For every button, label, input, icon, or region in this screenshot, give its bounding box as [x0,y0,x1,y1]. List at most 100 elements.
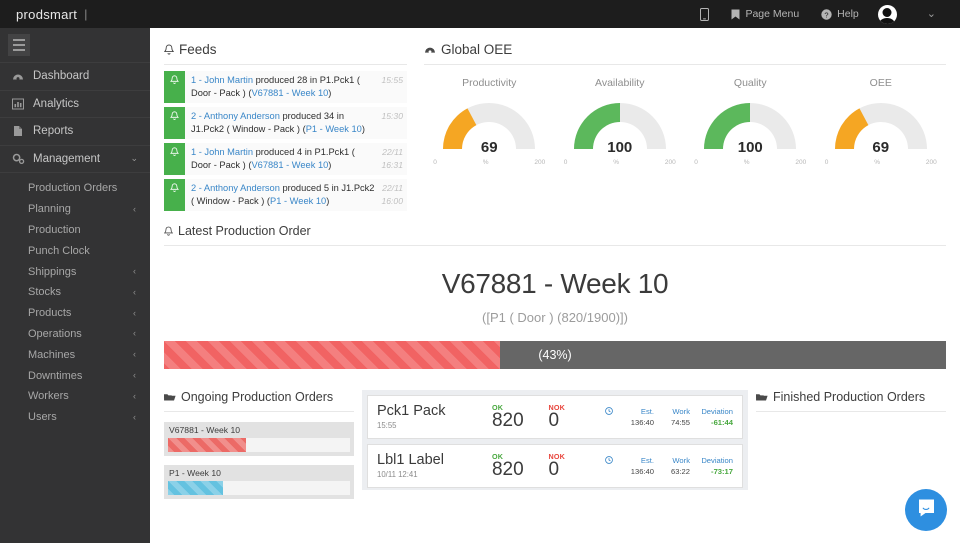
feed-item[interactable]: 2 - Anthony Anderson produced 5 in J1.Pc… [164,179,407,211]
latest-order-progress-bar: (43%) [164,341,946,369]
feed-item[interactable]: 1 - John Martin produced 4 in P1.Pck1 ( … [164,143,407,175]
sidebar-subitem-label: Production [28,223,81,236]
sidebar-item-analytics[interactable]: Analytics [0,91,150,118]
sidebar-item-punch-clock[interactable]: Punch Clock [0,240,150,261]
brand-logo[interactable]: prodsmart | [0,0,150,28]
brand-separator: | [84,7,88,21]
po-identity: Lbl1 Label 10/11 12:41 [377,452,492,479]
latest-order-header: Latest Production Order [164,224,946,246]
feed-user-link[interactable]: 2 - Anthony Anderson [191,183,280,193]
feed-user-link[interactable]: 1 - John Martin [191,147,253,157]
feed-user-link[interactable]: 2 - Anthony Anderson [191,111,280,121]
po-deviation-label: Deviation [701,455,733,465]
sidebar-item-label: Reports [33,125,74,138]
sidebar-item-machines[interactable]: Machines ‹ [0,344,150,365]
ongoing-progress-bar [168,438,350,452]
po-times-header: Est. Work Deviation [605,456,733,465]
ongoing-title: Ongoing Production Orders [181,390,334,404]
gauge: Quality 100 0% 200 [690,77,810,166]
sidebar-item-users[interactable]: Users ‹ [0,407,150,428]
ongoing-header: Ongoing Production Orders [164,390,354,412]
po-times: Est. Work Deviation 136:40 63:22 -73:17 [605,456,733,476]
po-ok-value: 820 [491,459,524,480]
production-order-card[interactable]: Pck1 Pack 15:55 OK 820 NOK 0 Est. Work Deviation… [367,395,743,439]
svg-text:?: ? [825,10,829,19]
feed-timestamp: 15:30 [381,111,403,121]
sidebar-item-production-orders[interactable]: Production Orders [0,178,150,199]
production-order-card[interactable]: Lbl1 Label 10/11 12:41 OK 820 NOK 0 Est. Work De… [367,444,743,488]
sidebar-item-dashboard[interactable]: Dashboard [0,63,150,91]
page-menu-label: Page Menu [745,8,800,20]
sidebar-item-production[interactable]: Production [0,220,150,241]
po-timestamp: 15:55 [377,421,397,430]
ongoing-order-item[interactable]: V67881 - Week 10 [164,422,354,456]
po-name: Lbl1 Label [377,452,444,468]
feed-order-link[interactable]: P1 - Week 10 [306,124,362,134]
gauge-tick-unit: % [482,159,489,166]
help-label: Help [837,8,859,20]
ongoing-order-item[interactable]: P1 - Week 10 [164,465,354,499]
sidebar-item-reports[interactable]: Reports [0,118,150,146]
feed-item[interactable]: 2 - Anthony Anderson produced 34 in J1.P… [164,107,407,139]
avatar[interactable] [877,4,897,24]
sidebar-toggle[interactable] [0,28,150,62]
sidebar-item-products[interactable]: Products ‹ [0,303,150,324]
top-bar: prodsmart | Page Menu ? Help ⌄ [0,0,960,28]
feed-timestamp: 22/11 16:00 [381,183,403,206]
sidebar-item-management[interactable]: Management ⌄ [0,146,150,173]
chat-launcher-button[interactable] [905,489,947,531]
feed-order-link[interactable]: P1 - Week 10 [270,196,326,206]
feeds-header: Feeds [164,42,407,65]
page-menu-button[interactable]: Page Menu [720,0,810,28]
top-bar-actions: Page Menu ? Help ⌄ [689,0,960,28]
feed-item[interactable]: 1 - John Martin produced 28 in P1.Pck1 (… [164,71,407,103]
feed-list: 1 - John Martin produced 28 in P1.Pck1 (… [164,71,407,211]
brand-name: prodsmart [16,6,78,22]
sidebar-item-operations[interactable]: Operations ‹ [0,324,150,345]
feed-order-link[interactable]: V67881 - Week 10 [251,88,328,98]
finished-production-orders-panel: Finished Production Orders [756,390,946,412]
sidebar-item-planning[interactable]: Planning ‹ [0,199,150,220]
latest-order-panel-title: Latest Production Order [178,224,311,238]
feed-text: 1 - John Martin produced 4 in P1.Pck1 ( … [191,146,377,172]
feed-close: ) [328,88,332,98]
bell-icon [164,143,185,175]
gauge-graphic: 100 [694,97,806,157]
chevron-left-icon: ‹ [133,203,136,214]
gauge-tick-min: 0 [433,159,437,166]
progress-fill [168,481,223,495]
sidebar-item-downtimes[interactable]: Downtimes ‹ [0,365,150,386]
sidebar-item-workers[interactable]: Workers ‹ [0,386,150,407]
sidebar-item-stocks[interactable]: Stocks ‹ [0,282,150,303]
ongoing-production-orders-panel: Ongoing Production Orders V67881 - Week … [164,390,354,508]
chevron-down-icon[interactable]: ⌄ [905,0,950,28]
gauge-graphic: 100 [564,97,676,157]
clock-icon [605,407,613,415]
gears-icon [12,153,27,165]
mobile-icon [700,7,710,21]
mobile-button[interactable] [689,0,720,28]
document-icon [12,125,27,137]
help-button[interactable]: ? Help [810,0,870,28]
bell-icon [164,44,174,56]
feed-text: 2 - Anthony Anderson produced 34 in J1.P… [191,110,377,136]
sidebar-item-shippings[interactable]: Shippings ‹ [0,261,150,282]
po-nok-value: 0 [548,410,560,431]
latest-order-title: V67881 - Week 10 [441,268,669,299]
feed-close: ) [328,160,332,170]
feed-text: 1 - John Martin produced 28 in P1.Pck1 (… [191,74,377,100]
sidebar-subitem-label: Stocks [28,286,62,299]
feed-user-link[interactable]: 1 - John Martin [191,75,253,85]
chevron-left-icon: ‹ [133,266,136,277]
gauge-tick-max: 200 [664,159,676,166]
feed-order-link[interactable]: V67881 - Week 10 [251,160,328,170]
hamburger-icon [8,34,30,56]
po-nok-metric: NOK 0 [548,452,605,479]
gauge-label: Quality [733,77,767,89]
chevron-left-icon: ‹ [133,307,136,318]
po-ok-value: 820 [491,410,524,431]
chevron-left-icon: ‹ [133,370,136,381]
feeds-title: Feeds [179,42,217,57]
po-ok-metric: OK 820 [492,452,549,479]
chevron-left-icon: ‹ [133,411,136,422]
